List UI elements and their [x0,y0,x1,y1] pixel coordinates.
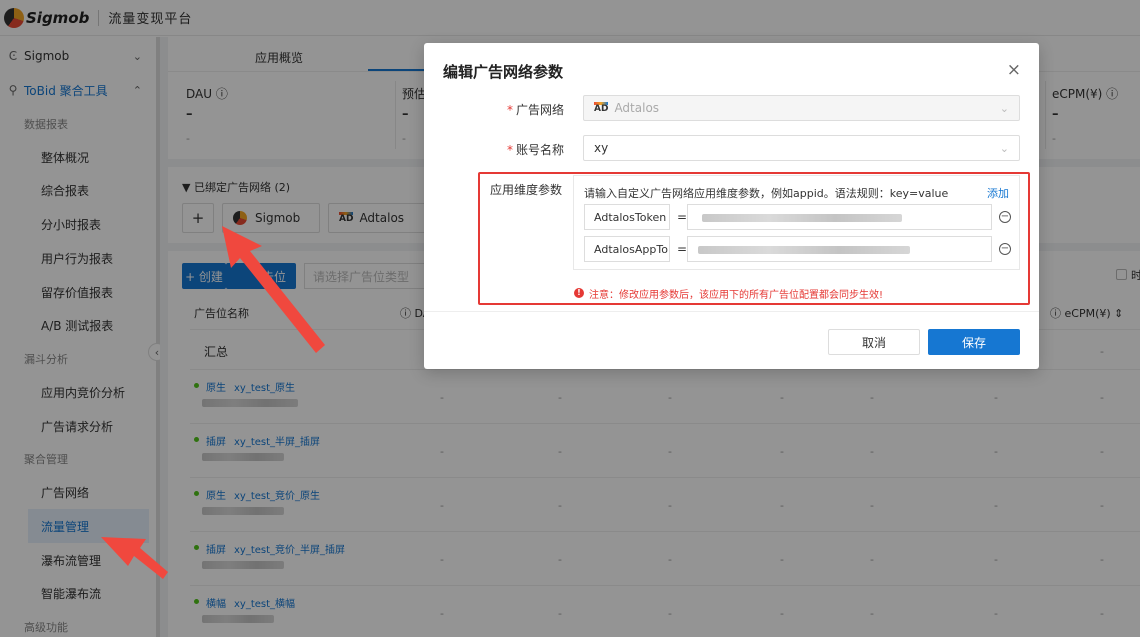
network-select-value: Adtalos [614,101,660,115]
chevron-down-icon: ⌄ [999,101,1009,115]
account-field-label: * 账号名称 [506,143,564,157]
close-icon[interactable]: × [1007,60,1021,80]
annotation-highlight-box [478,172,1030,305]
network-field-label: * 广告网络 [506,103,564,117]
cancel-button[interactable]: 取消 [828,329,920,355]
adtalos-icon: AD [594,102,609,114]
dialog-footer-divider [424,311,1039,312]
save-button[interactable]: 保存 [928,329,1020,355]
dialog-title: 编辑广告网络参数 [443,63,564,81]
chevron-down-icon: ⌄ [999,141,1009,155]
network-select: AD Adtalos ⌄ [583,95,1020,121]
account-select-value: xy [594,141,609,155]
account-select[interactable]: xy ⌄ [583,135,1020,161]
